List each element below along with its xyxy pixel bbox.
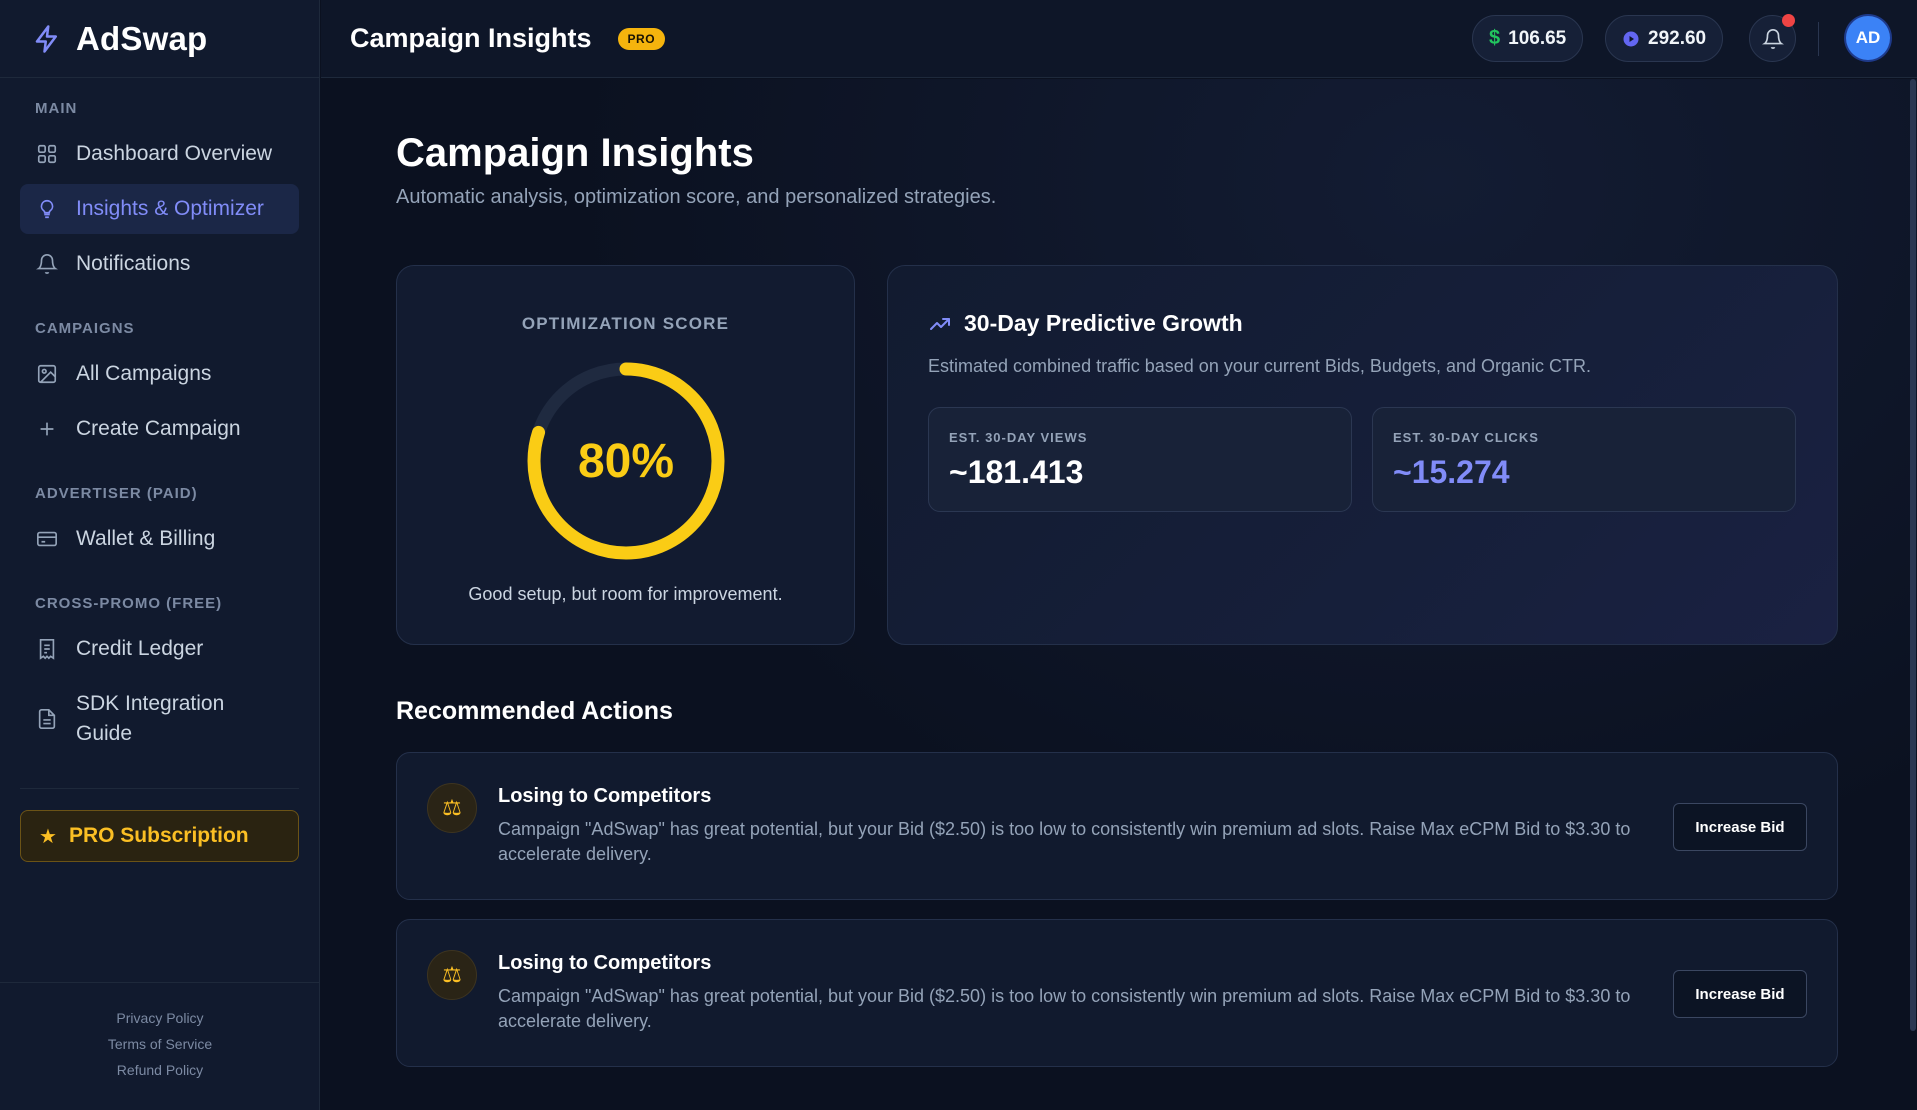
dollar-balance-value: 106.65: [1508, 27, 1567, 49]
page-subtitle: Automatic analysis, optimization score, …: [396, 186, 997, 208]
sidebar-item-create-campaign[interactable]: Create Campaign: [20, 404, 299, 454]
clicks-label: EST. 30-DAY CLICKS: [1393, 430, 1539, 445]
action-card: ⚖ Losing to Competitors Campaign "AdSwap…: [396, 919, 1838, 1067]
credit-balance-pill[interactable]: 292.60: [1605, 15, 1724, 62]
sidebar: AdSwap MAIN Dashboard Overview Insights …: [0, 0, 320, 1110]
section-campaigns: CAMPAIGNS: [35, 320, 135, 337]
optimization-score-card: OPTIMIZATION SCORE 80% Good setup, but r…: [396, 265, 855, 645]
sidebar-item-label: Credit Ledger: [76, 637, 204, 660]
notification-dot: [1782, 14, 1795, 27]
score-note: Good setup, but room for improvement.: [468, 584, 783, 604]
header-title: Campaign Insights: [350, 23, 592, 53]
divider: [20, 788, 299, 789]
action-card: ⚖ Losing to Competitors Campaign "AdSwap…: [396, 752, 1838, 900]
views-stat: EST. 30-DAY VIEWS ~181.413: [928, 407, 1352, 512]
sidebar-item-insights[interactable]: Insights & Optimizer: [20, 184, 299, 234]
growth-title: 30-Day Predictive Growth: [928, 310, 1243, 337]
trending-up-icon: [930, 317, 950, 330]
pro-subscription-button[interactable]: ★ PRO Subscription: [20, 810, 299, 862]
section-main: MAIN: [35, 100, 78, 117]
sidebar-footer: Privacy Policy Terms of Service Refund P…: [0, 982, 320, 1110]
document-icon: [38, 709, 56, 729]
sidebar-item-all-campaigns[interactable]: All Campaigns: [20, 349, 299, 399]
predictive-growth-card: 30-Day Predictive Growth Estimated combi…: [887, 265, 1838, 645]
star-icon: ★: [39, 825, 57, 848]
section-crosspromo: CROSS-PROMO (FREE): [35, 595, 223, 612]
page-title: Campaign Insights: [396, 131, 754, 175]
action-body: Campaign "AdSwap" has great potential, b…: [498, 986, 1631, 1031]
pro-badge: PRO: [617, 27, 666, 50]
scale-icon: ⚖: [427, 950, 477, 1000]
sidebar-item-sdk-guide[interactable]: SDK Integration Guide: [20, 679, 299, 759]
sidebar-item-credit-ledger[interactable]: Credit Ledger: [20, 624, 299, 674]
header-divider: [1818, 22, 1819, 56]
sidebar-item-dashboard[interactable]: Dashboard Overview: [20, 129, 299, 179]
sidebar-item-label: Insights & Optimizer: [76, 197, 264, 220]
scrollbar-thumb[interactable]: [1910, 79, 1916, 1031]
bell-icon: [1761, 28, 1784, 49]
sidebar-item-label: SDK Integration Guide: [76, 692, 225, 745]
credit-card-icon: [37, 531, 57, 547]
sidebar-item-label: All Campaigns: [76, 362, 212, 385]
lightning-icon: [35, 24, 57, 53]
notifications-button[interactable]: [1749, 14, 1796, 62]
plus-icon: [40, 422, 54, 436]
credit-balance-value: 292.60: [1648, 27, 1707, 49]
refund-policy-link[interactable]: Refund Policy: [0, 1057, 320, 1083]
views-value: ~181.413: [949, 454, 1084, 490]
action-body: Campaign "AdSwap" has great potential, b…: [498, 819, 1631, 864]
dollar-balance-pill[interactable]: $ 106.65: [1472, 15, 1584, 62]
sidebar-item-label: Dashboard Overview: [76, 142, 273, 165]
growth-title-text: 30-Day Predictive Growth: [964, 310, 1243, 336]
avatar[interactable]: AD: [1846, 16, 1890, 60]
main-content: Campaign Insights Automatic analysis, op…: [321, 79, 1917, 1110]
receipt-icon: [39, 639, 55, 660]
score-label: OPTIMIZATION SCORE: [521, 314, 730, 333]
privacy-policy-link[interactable]: Privacy Policy: [0, 1005, 320, 1031]
action-title: Losing to Competitors: [498, 785, 712, 807]
brand-name: AdSwap: [76, 19, 208, 57]
play-coin-icon: [1623, 31, 1639, 46]
sidebar-item-label: Create Campaign: [76, 417, 241, 440]
terms-of-service-link[interactable]: Terms of Service: [0, 1031, 320, 1057]
score-gauge: 80%: [523, 358, 729, 564]
growth-subtitle: Estimated combined traffic based on your…: [928, 356, 1591, 376]
pro-subscription-label: PRO Subscription: [68, 824, 249, 847]
score-value: 80%: [577, 434, 675, 488]
sidebar-item-label: Notifications: [76, 252, 191, 275]
section-advertiser: ADVERTISER (PAID): [35, 485, 198, 502]
lightbulb-icon: [40, 199, 54, 219]
sidebar-item-notifications[interactable]: Notifications: [20, 239, 299, 289]
recommended-actions-title: Recommended Actions: [396, 697, 673, 725]
sidebar-item-label: Wallet & Billing: [76, 527, 216, 550]
grid-icon: [37, 144, 57, 164]
views-label: EST. 30-DAY VIEWS: [949, 430, 1088, 445]
action-title: Losing to Competitors: [498, 952, 712, 974]
brand[interactable]: AdSwap: [0, 0, 319, 78]
clicks-stat: EST. 30-DAY CLICKS ~15.274: [1372, 407, 1796, 512]
increase-bid-button[interactable]: Increase Bid: [1673, 803, 1807, 851]
image-icon: [37, 364, 57, 384]
bell-icon: [36, 254, 58, 275]
scale-icon: ⚖: [427, 783, 477, 833]
increase-bid-button[interactable]: Increase Bid: [1673, 970, 1807, 1018]
dollar-icon: $: [1489, 27, 1501, 49]
sidebar-item-wallet[interactable]: Wallet & Billing: [20, 514, 299, 564]
clicks-value: ~15.274: [1393, 454, 1510, 490]
scrollbar[interactable]: [1909, 79, 1917, 1031]
